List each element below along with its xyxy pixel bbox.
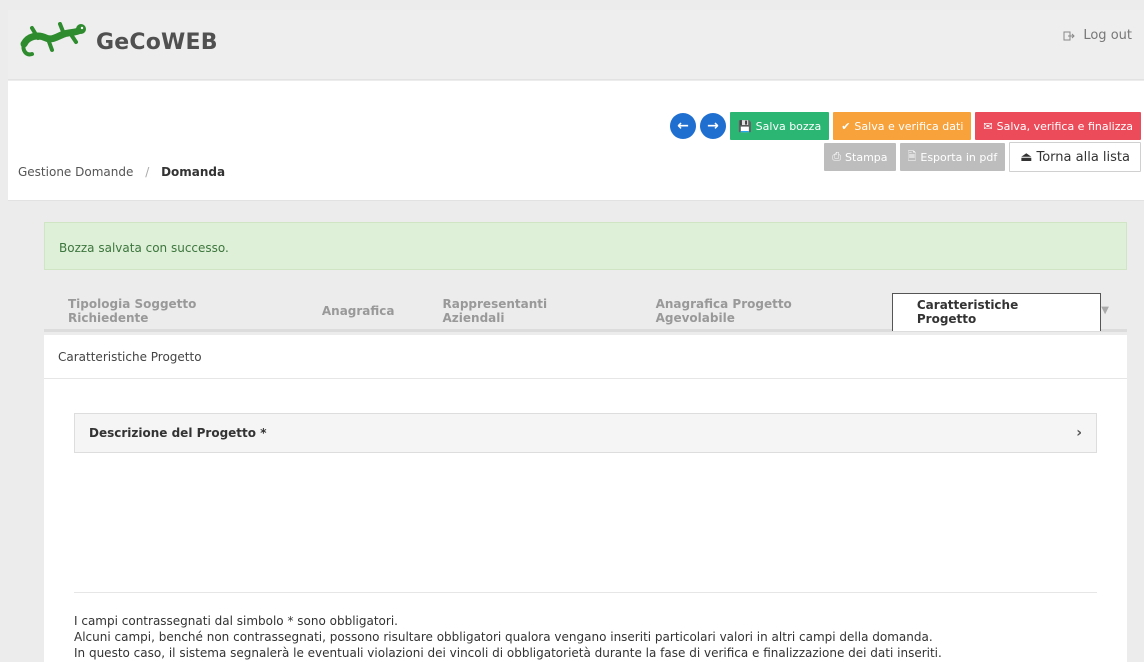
save-finalize-button[interactable]: ✉ Salva, verifica e finalizza: [975, 112, 1141, 140]
page-header: ← → 💾 Salva bozza ✔ Salva e verifica dat…: [8, 81, 1144, 201]
success-alert: Bozza salvata con successo.: [44, 222, 1127, 270]
export-pdf-label: Esporta in pdf: [920, 150, 998, 164]
print-label: Stampa: [845, 150, 888, 164]
mandatory-fields-notes: I campi contrassegnati dal simbolo * son…: [74, 613, 1114, 661]
chevron-right-icon: ›: [1076, 425, 1082, 441]
floppy-disk-icon: 💾: [737, 119, 752, 133]
tab-caratteristiche-progetto[interactable]: Caratteristiche Progetto: [891, 292, 1102, 331]
arrow-right-icon: →: [707, 118, 719, 134]
logout-link[interactable]: Log out: [1063, 28, 1132, 43]
alert-message: Bozza salvata con successo.: [59, 241, 229, 255]
primary-toolbar: ← → 💾 Salva bozza ✔ Salva e verifica dat…: [669, 112, 1141, 140]
save-draft-button[interactable]: 💾 Salva bozza: [729, 112, 830, 140]
printer-icon: ⎙: [832, 150, 842, 163]
note-line: Alcuni campi, benché non contrassegnati,…: [74, 630, 933, 644]
gecko-logo-icon: [20, 22, 86, 57]
accordion-title: Descrizione del Progetto *: [89, 426, 267, 440]
logout-icon: [1063, 31, 1076, 40]
content-panel: Caratteristiche Progetto Descrizione del…: [44, 335, 1127, 662]
content-area: [74, 475, 1097, 593]
tab-anagrafica[interactable]: Anagrafica: [298, 293, 419, 329]
panel-title: Caratteristiche Progetto: [44, 335, 1127, 379]
tab-anagrafica-progetto[interactable]: Anagrafica Progetto Agevolabile: [632, 293, 892, 329]
previous-button[interactable]: ←: [669, 113, 696, 139]
tab-bar: Tipologia Soggetto Richiedente Anagrafic…: [44, 292, 1127, 332]
breadcrumb-separator: /: [145, 165, 150, 179]
export-pdf-button[interactable]: 🗎 Esporta in pdf: [899, 143, 1006, 171]
note-line: In questo caso, il sistema segnalerà le …: [74, 646, 942, 660]
secondary-toolbar: ⎙ Stampa 🗎 Esporta in pdf ⏏ Torna alla l…: [824, 142, 1141, 172]
checkmark-icon: ✔: [841, 119, 851, 133]
tab-tipologia-soggetto[interactable]: Tipologia Soggetto Richiedente: [44, 293, 298, 329]
back-to-list-label: Torna alla lista: [1036, 149, 1131, 165]
app-logo[interactable]: GeCoWEB: [18, 22, 218, 62]
note-line: I campi contrassegnati dal simbolo * son…: [74, 614, 398, 628]
save-finalize-label: Salva, verifica e finalizza: [996, 119, 1133, 133]
breadcrumb-parent[interactable]: Gestione Domande: [18, 165, 133, 179]
save-verify-label: Salva e verifica dati: [854, 119, 964, 133]
next-button[interactable]: →: [699, 113, 726, 139]
envelope-icon: ✉: [983, 119, 993, 133]
print-button[interactable]: ⎙ Stampa: [824, 143, 896, 171]
save-draft-label: Salva bozza: [755, 119, 822, 133]
eject-icon: ⏏: [1020, 149, 1033, 165]
app-name: GeCoWEB: [96, 29, 218, 55]
caret-down-icon: ▼: [1101, 305, 1109, 316]
tab-rappresentanti[interactable]: Rappresentanti Aziendali: [419, 293, 632, 329]
breadcrumb: Gestione Domande / Domanda: [18, 165, 225, 179]
back-to-list-button[interactable]: ⏏ Torna alla lista: [1009, 142, 1141, 172]
save-verify-button[interactable]: ✔ Salva e verifica dati: [833, 112, 972, 140]
pdf-file-icon: 🗎: [907, 149, 917, 163]
top-bar: GeCoWEB Log out: [8, 10, 1144, 80]
tabs-dropdown-toggle[interactable]: ▼: [1101, 305, 1109, 316]
accordion-descrizione-progetto[interactable]: Descrizione del Progetto * ›: [74, 413, 1097, 453]
breadcrumb-current: Domanda: [161, 165, 226, 179]
logout-label: Log out: [1083, 28, 1132, 43]
arrow-left-icon: ←: [677, 118, 689, 134]
